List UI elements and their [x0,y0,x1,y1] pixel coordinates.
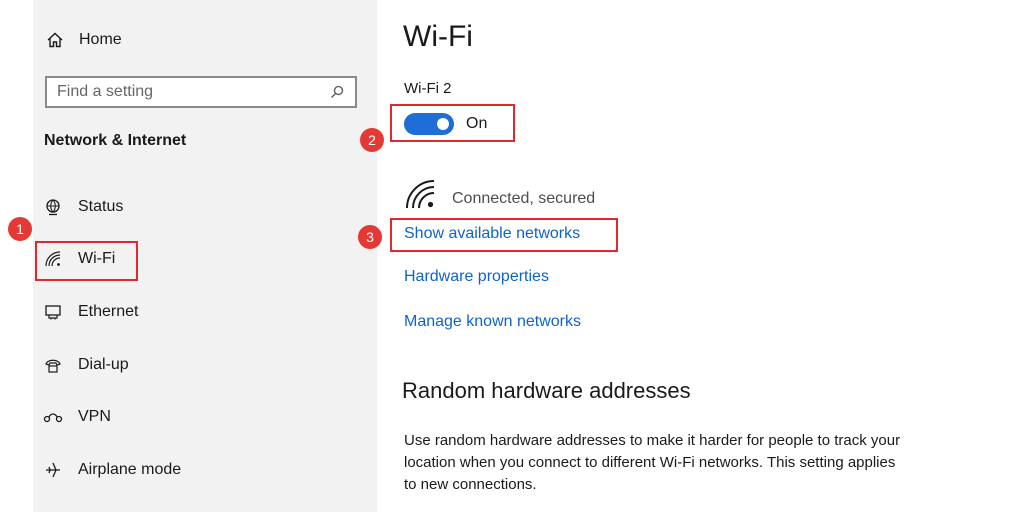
hardware-properties-link[interactable]: Hardware properties [404,268,549,286]
sidebar-item-dialup[interactable]: Dial-up [43,352,129,378]
sidebar-item-label: Airplane mode [78,461,182,478]
globe-icon [43,197,63,217]
left-margin [0,0,33,512]
wifi-highlight-box [35,241,138,281]
wifi-settings-panel: Wi-Fi Wi-Fi 2 On Connected, secured Show… [377,0,1012,512]
step-badge-2: 2 [360,128,384,152]
sidebar-item-status[interactable]: Status [43,194,123,220]
sidebar-item-airplane[interactable]: Airplane mode [43,457,181,483]
vpn-icon [43,407,63,427]
toggle-highlight-box [390,104,515,142]
connection-status-text: Connected, secured [452,190,596,207]
sidebar-item-label: VPN [78,408,111,425]
home-nav-item[interactable]: Home [45,28,122,52]
search-icon[interactable] [329,84,345,100]
wifi-signal-icon [404,176,438,210]
right-margin [1012,0,1024,512]
show-networks-highlight-box [390,218,618,252]
home-icon [45,30,65,50]
section-title: Network & Internet [44,132,187,149]
random-hw-heading: Random hardware addresses [402,378,691,403]
sidebar-item-label: Ethernet [78,303,139,320]
adapter-name: Wi-Fi 2 [404,80,452,97]
dialup-icon [43,355,63,375]
search-input[interactable] [57,83,329,101]
step-badge-3: 3 [358,225,382,249]
sidebar-item-ethernet[interactable]: Ethernet [43,299,138,325]
ethernet-icon [43,302,63,322]
search-box[interactable] [45,76,357,108]
step-badge-1: 1 [8,217,32,241]
sidebar-item-label: Status [78,198,124,215]
sidebar-item-label: Dial-up [78,356,129,373]
page-title: Wi-Fi [403,20,473,53]
sidebar-item-vpn[interactable]: VPN [43,404,111,430]
connection-status: Connected, secured [404,176,595,210]
manage-known-networks-link[interactable]: Manage known networks [404,313,581,331]
random-hw-description: Use random hardware addresses to make it… [404,432,901,493]
airplane-icon [43,460,63,480]
home-label: Home [79,31,122,48]
